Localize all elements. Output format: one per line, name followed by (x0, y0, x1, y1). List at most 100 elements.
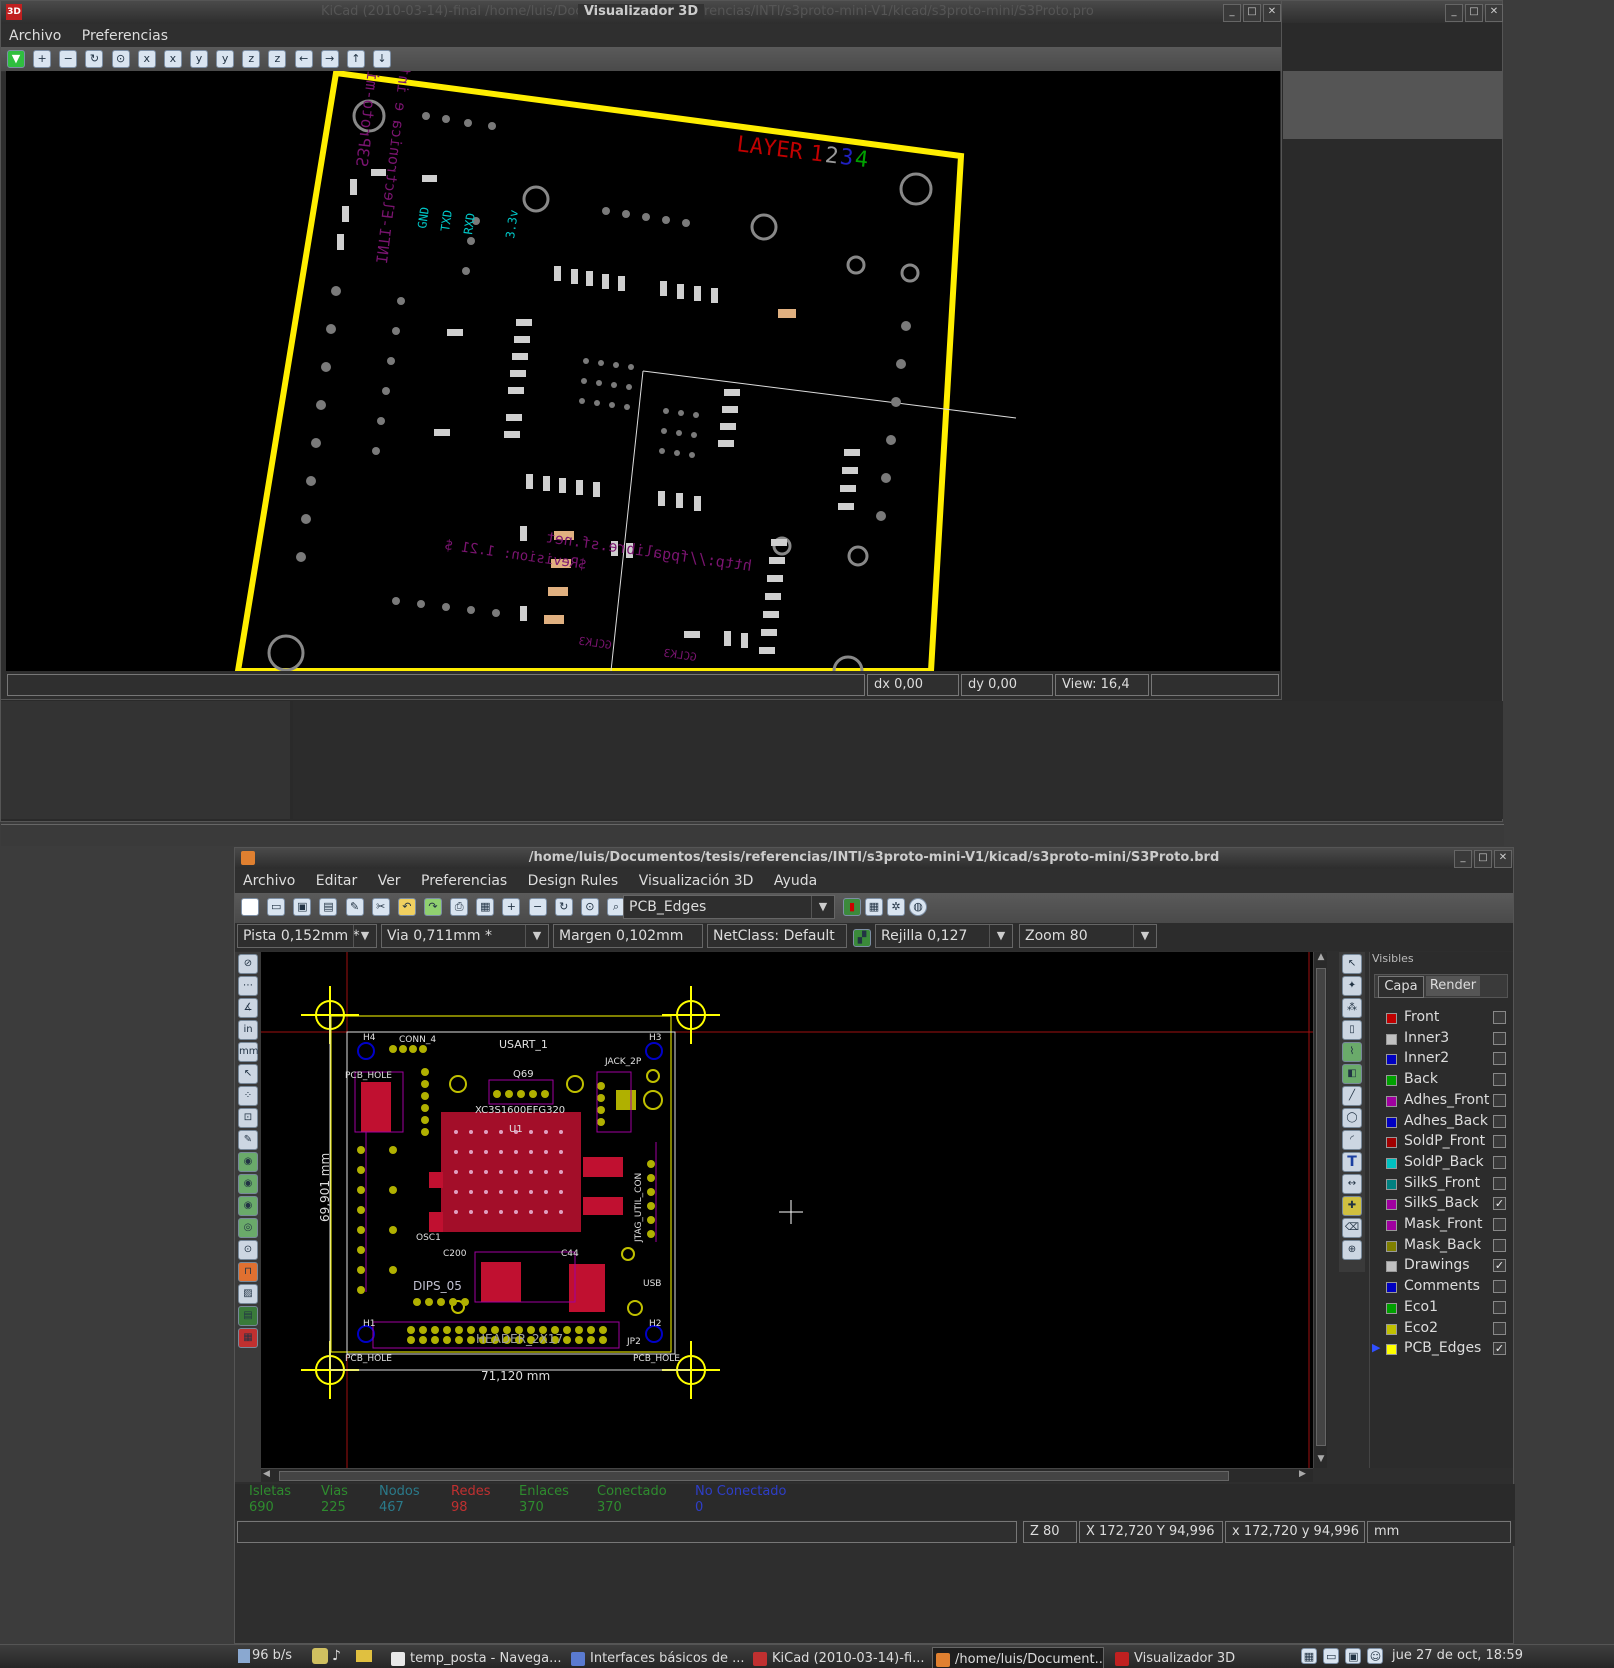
auto-delete-track-icon[interactable]: ✎ (238, 1130, 258, 1150)
pan-right-icon[interactable]: → (320, 50, 339, 68)
layer-color-swatch[interactable] (1386, 1033, 1397, 1045)
layer-color-swatch[interactable] (1386, 1116, 1397, 1128)
rotate-y-neg-icon[interactable]: y (216, 50, 235, 68)
add-target-icon[interactable]: ✚ (1342, 1196, 1362, 1216)
vscroll-down-arrow-icon[interactable]: ▼ (1315, 1454, 1327, 1466)
layer-color-swatch[interactable] (1386, 1075, 1397, 1087)
taskbar-item[interactable]: /home/luis/Document... (932, 1647, 1104, 1668)
zoom-out-icon[interactable]: − (528, 898, 547, 916)
select-arrow-icon[interactable]: ↖ (1342, 954, 1362, 974)
zoom-in-icon[interactable]: + (502, 898, 521, 916)
layer-visibility-checkbox[interactable] (1493, 1031, 1506, 1045)
add-text-icon[interactable]: T (1342, 1152, 1362, 1172)
battery-icon[interactable]: ▭ (1323, 1648, 1340, 1664)
grid-toggle-icon[interactable]: ⋯ (238, 976, 258, 996)
cut-icon[interactable]: ✂ (371, 898, 390, 916)
clock[interactable]: jue 27 de oct, 18:59 (1392, 1648, 1523, 1663)
rotate-x-neg-icon[interactable]: x (163, 50, 182, 68)
pcbnew-maximize-button[interactable]: □ (1474, 850, 1492, 868)
menu-preferencias[interactable]: Preferencias (413, 869, 515, 889)
high-contrast-icon[interactable]: ▨ (238, 1284, 258, 1304)
layer-visibility-checkbox[interactable] (1493, 1321, 1506, 1335)
units-mm-icon[interactable]: mm (238, 1042, 258, 1062)
viewer3d-close-button[interactable]: ✕ (1263, 4, 1281, 22)
vscroll-thumb[interactable] (1316, 968, 1326, 1446)
layer-color-swatch[interactable] (1386, 1282, 1397, 1294)
layer-color-swatch[interactable] (1386, 1220, 1397, 1231)
zones-visible-icon[interactable]: ◉ (238, 1152, 258, 1172)
module-ratsnest-icon[interactable]: ⊡ (238, 1108, 258, 1128)
layer-row[interactable]: Adhes_Back (1380, 1112, 1508, 1132)
track-width-select[interactable]: Pista 0,152mm * ▼ (237, 924, 377, 948)
zones-outline-icon[interactable]: ◉ (238, 1174, 258, 1194)
layer-visibility-checkbox[interactable]: ✓ (1493, 1259, 1506, 1273)
refresh-icon[interactable]: ↻ (85, 50, 104, 68)
ratsnest-icon[interactable]: ⁘ (238, 1086, 258, 1106)
layer-row[interactable]: Comments (1380, 1277, 1508, 1297)
layer-visibility-checkbox[interactable] (1493, 1300, 1506, 1314)
viewer3d-minimize-button[interactable]: _ (1223, 4, 1241, 22)
zones-hidden-icon[interactable]: ◉ (238, 1196, 258, 1216)
add-dimension-icon[interactable]: ↔ (1342, 1174, 1362, 1194)
layer-visibility-checkbox[interactable] (1493, 1052, 1506, 1066)
drc-off-icon[interactable]: ⊘ (238, 954, 258, 974)
menu-editar[interactable]: Editar (308, 869, 365, 889)
microwave-toolbar-icon[interactable]: ▦ (238, 1328, 258, 1348)
pan-up-icon[interactable]: ↑ (346, 50, 365, 68)
layer-visibility-checkbox[interactable] (1493, 1238, 1506, 1252)
zoom-in-icon[interactable]: + (33, 50, 52, 68)
display-icon[interactable]: ▣ (1345, 1648, 1362, 1664)
redo-icon[interactable]: ↷ (423, 898, 442, 916)
manager-maximize-button[interactable]: □ (1465, 4, 1483, 22)
layer-color-swatch[interactable] (1386, 1013, 1397, 1024)
add-line-icon[interactable]: ╱ (1342, 1086, 1362, 1106)
layer-select[interactable]: PCB_Edges ▼ (623, 895, 835, 919)
layer-visibility-checkbox[interactable] (1493, 1135, 1506, 1149)
pcb-hscrollbar[interactable]: ◀ ▶ (261, 1468, 1313, 1482)
layer-row[interactable]: Eco1 (1380, 1298, 1508, 1318)
autoroute-icon[interactable]: ▦ (865, 898, 883, 916)
add-track-icon[interactable]: ⌇ (1342, 1042, 1362, 1062)
add-zone-icon[interactable]: ◧ (1342, 1064, 1362, 1084)
cursor-shape-icon[interactable]: ↖ (238, 1064, 258, 1084)
grid-select[interactable]: Rejilla 0,127 ▼ (875, 924, 1013, 948)
tab-capa[interactable]: Capa (1378, 976, 1424, 998)
plot-icon[interactable]: ▦ (476, 898, 495, 916)
layer-row[interactable]: SilkS_Back ✓ (1380, 1194, 1508, 1214)
layer-color-swatch[interactable] (1386, 1240, 1397, 1252)
taskbar-item[interactable]: Visualizador 3D (1112, 1647, 1292, 1668)
taskbar-item[interactable]: temp_posta - Navega... (388, 1647, 564, 1668)
menu-archivo[interactable]: Archivo (235, 869, 303, 889)
autoplace-icon[interactable]: ✲ (887, 898, 905, 916)
layer-row[interactable]: Mask_Back (1380, 1236, 1508, 1256)
layer-visibility-checkbox[interactable] (1493, 1114, 1506, 1128)
viewer3d-maximize-button[interactable]: □ (1243, 4, 1261, 22)
highlight-net-icon[interactable]: ✦ (1342, 976, 1362, 996)
layer-visibility-checkbox[interactable] (1493, 1218, 1506, 1231)
weather-icon[interactable] (312, 1648, 328, 1664)
layer-color-swatch[interactable] (1386, 1054, 1397, 1066)
network-icon[interactable]: ▦ (1301, 1648, 1317, 1664)
zoom-fit-icon[interactable]: ⊙ (580, 898, 599, 916)
folder-icon[interactable] (356, 1650, 372, 1662)
add-circle-icon[interactable]: ◯ (1342, 1108, 1362, 1128)
layer-color-swatch[interactable] (1386, 1344, 1397, 1356)
print-icon[interactable]: ⎙ (450, 898, 469, 916)
via-size-select[interactable]: Via 0,711mm * ▼ (381, 924, 549, 948)
layer-row[interactable]: Eco2 (1380, 1319, 1508, 1339)
zoom-fit-icon[interactable]: ⊙ (111, 50, 130, 68)
menu-design-rules[interactable]: Design Rules (520, 869, 627, 889)
layer-color-swatch[interactable] (1386, 1302, 1397, 1314)
rotate-y-pos-icon[interactable]: y (189, 50, 208, 68)
pcb-canvas[interactable]: 71,120 mm 69,901 mm USART_1 XC3S1600EFG3… (261, 952, 1313, 1468)
layer-row[interactable]: PCB_Edges ✓ ▶ (1372, 1339, 1508, 1359)
page-settings-icon[interactable]: ▤ (319, 898, 338, 916)
layer-color-swatch[interactable] (1386, 1323, 1397, 1335)
export-arrow-icon[interactable]: ▼ (7, 50, 25, 68)
add-module-icon[interactable]: ▯ (1342, 1020, 1362, 1040)
layers-manager-icon[interactable]: ▤ (238, 1306, 258, 1326)
layer-row[interactable]: Drawings ✓ (1380, 1256, 1508, 1276)
local-ratsnest-icon[interactable]: ⁂ (1342, 998, 1362, 1018)
layer-color-swatch[interactable] (1386, 1261, 1397, 1273)
zoom-select[interactable]: Zoom 80 ▼ (1019, 924, 1157, 948)
